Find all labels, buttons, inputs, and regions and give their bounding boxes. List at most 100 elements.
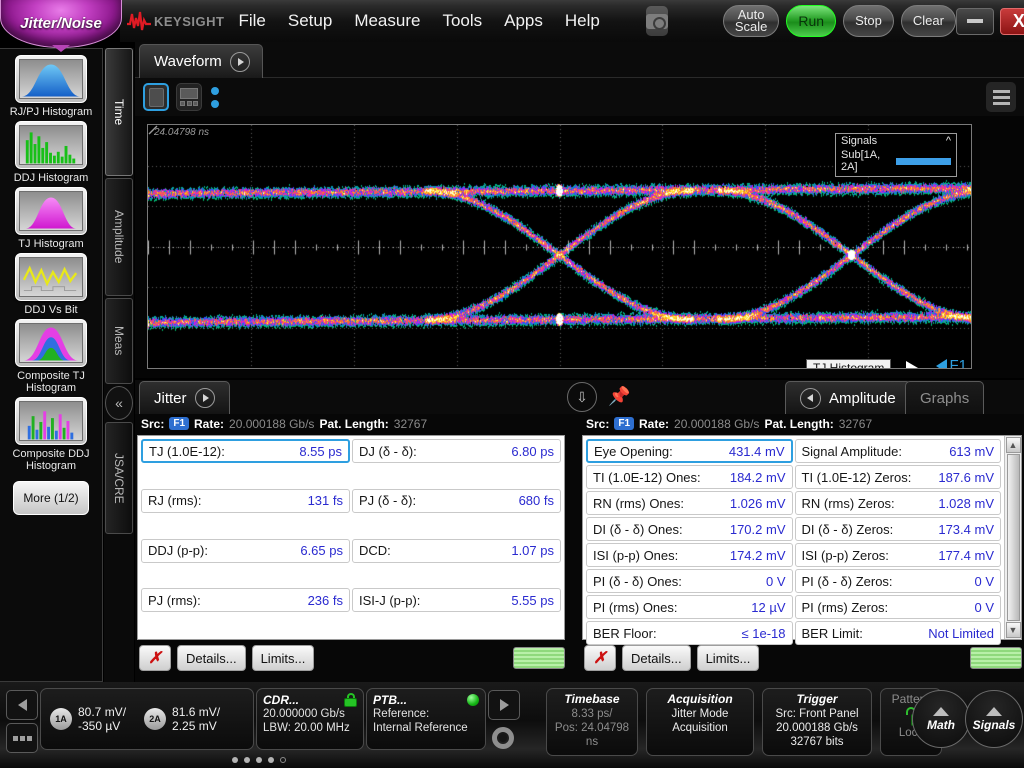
measurement-cell[interactable]: ISI (p-p) Ones:174.2 mV bbox=[586, 543, 793, 567]
pin-icon[interactable]: 📌 bbox=[608, 386, 630, 407]
measurement-cell[interactable]: TI (1.0E-12) Zeros:187.6 mV bbox=[795, 465, 1002, 489]
scroll-down-arrow-icon[interactable]: ▼ bbox=[1006, 622, 1021, 638]
sidebar-item-ddj-histogram[interactable]: DDJ Histogram bbox=[0, 121, 102, 184]
vtab-amplitude[interactable]: Amplitude bbox=[105, 178, 133, 296]
measurement-cell[interactable]: RJ (rms):131 fs bbox=[141, 489, 350, 513]
limits-button[interactable]: Limits... bbox=[697, 645, 760, 671]
menu-measure[interactable]: Measure bbox=[354, 11, 420, 31]
math-knob[interactable]: Math bbox=[912, 690, 970, 748]
menu-file[interactable]: File bbox=[238, 11, 265, 31]
sidebar-item-tj-histogram[interactable]: TJ Histogram bbox=[0, 187, 102, 250]
measurement-cell[interactable]: TJ (1.0E-12):8.55 ps bbox=[141, 439, 350, 463]
multi-pane-icon[interactable] bbox=[176, 83, 202, 111]
vtab-meas[interactable]: Meas bbox=[105, 298, 133, 384]
menu-apps[interactable]: Apps bbox=[504, 11, 543, 31]
hamburger-icon[interactable] bbox=[986, 82, 1016, 112]
menu-tools[interactable]: Tools bbox=[442, 11, 482, 31]
measurement-cell[interactable]: DCD:1.07 ps bbox=[352, 539, 561, 563]
chevron-double-down-icon[interactable]: ⇩ bbox=[567, 382, 597, 412]
acquisition-group[interactable]: Acquisition Jitter Mode Acquisition bbox=[646, 688, 754, 756]
gear-icon[interactable] bbox=[488, 723, 518, 753]
double-chevron-left-icon[interactable]: « bbox=[105, 386, 133, 420]
clear-button[interactable]: Clear bbox=[901, 5, 956, 37]
amplitude-scrollbar[interactable]: ▲ ▼ bbox=[1004, 436, 1021, 639]
measurement-cell[interactable]: BER Limit:Not Limited bbox=[795, 621, 1002, 645]
play-icon[interactable] bbox=[230, 52, 250, 72]
more-button[interactable]: More (1/2) bbox=[13, 481, 89, 515]
measurement-cell[interactable]: DI (δ - δ) Ones:170.2 mV bbox=[586, 517, 793, 541]
close-button[interactable]: X bbox=[1000, 8, 1024, 35]
sidebar-item-rj-pj-histogram[interactable]: RJ/PJ Histogram bbox=[0, 55, 102, 118]
trigger-group[interactable]: Trigger Src: Front Panel 20.000188 Gb/s … bbox=[762, 688, 872, 756]
run-button[interactable]: Run bbox=[786, 5, 836, 37]
single-pane-icon[interactable] bbox=[143, 83, 169, 111]
measurement-cell[interactable]: PI (rms) Zeros:0 V bbox=[795, 595, 1002, 619]
sidebar-item-composite-tj-histogram[interactable]: Composite TJ Histogram bbox=[0, 319, 102, 394]
function-marker-f1[interactable]: F1 bbox=[936, 357, 967, 369]
scrollbar-thumb[interactable] bbox=[1007, 454, 1020, 621]
play-icon[interactable] bbox=[195, 388, 215, 408]
measurement-cell[interactable]: PI (rms) Ones:12 µV bbox=[586, 595, 793, 619]
auto-scale-button[interactable]: Auto Scale bbox=[723, 5, 780, 37]
measurement-cell[interactable]: DI (δ - δ) Zeros:173.4 mV bbox=[795, 517, 1002, 541]
measurement-name: TJ (1.0E-12): bbox=[149, 444, 225, 459]
measurement-cell[interactable]: RN (rms) Zeros:1.028 mV bbox=[795, 491, 1002, 515]
tab-amplitude[interactable]: Amplitude bbox=[785, 381, 911, 414]
signals-knob[interactable]: Signals bbox=[965, 690, 1023, 748]
measurement-cell[interactable]: BER Floor:≤ 1e-18 bbox=[586, 621, 793, 645]
measurement-cell[interactable]: ISI-J (p-p):5.55 ps bbox=[352, 588, 561, 612]
limits-button[interactable]: Limits... bbox=[252, 645, 315, 671]
signals-legend[interactable]: Signals ^ Sub[1A, 2A] bbox=[835, 133, 957, 177]
chevron-up-icon[interactable]: ^ bbox=[946, 135, 951, 147]
measurement-cell[interactable]: DDJ (p-p):6.65 ps bbox=[141, 539, 350, 563]
right-triangle-icon[interactable] bbox=[488, 690, 520, 720]
tab-graphs[interactable]: Graphs bbox=[905, 381, 984, 414]
left-triangle-icon[interactable] bbox=[6, 690, 38, 720]
page-indicator-dots[interactable] bbox=[232, 757, 286, 763]
src-value-badge[interactable]: F1 bbox=[614, 417, 634, 430]
tj-histogram-marker-label[interactable]: TJ Histogram bbox=[806, 359, 891, 369]
stop-button[interactable]: Stop bbox=[843, 5, 894, 37]
measurement-cell[interactable]: PJ (rms):236 fs bbox=[141, 588, 350, 612]
signals-entry-color-swatch bbox=[896, 158, 951, 165]
scroll-up-arrow-icon[interactable]: ▲ bbox=[1006, 437, 1021, 453]
measurement-value: 187.6 mV bbox=[938, 470, 994, 485]
measurement-cell[interactable]: PJ (δ - δ):680 fs bbox=[352, 489, 561, 513]
sidebar-item-composite-ddj-histogram[interactable]: Composite DDJ Histogram bbox=[0, 397, 102, 472]
previous-icon[interactable] bbox=[800, 388, 821, 409]
camera-icon[interactable] bbox=[646, 6, 668, 36]
measurement-cell[interactable]: PI (δ - δ) Ones:0 V bbox=[586, 569, 793, 593]
sidebar-item-ddj-vs-bit[interactable]: DDJ Vs Bit bbox=[0, 253, 102, 316]
cdr-title: CDR... bbox=[263, 693, 299, 707]
close-measurements-button[interactable]: ✗ bbox=[139, 645, 171, 671]
menu-help[interactable]: Help bbox=[565, 11, 600, 31]
ptb-group[interactable]: PTB... Reference: Internal Reference bbox=[366, 688, 486, 750]
channel-2a[interactable]: 2A 81.6 mV/ 2.25 mV bbox=[144, 705, 220, 733]
signals-legend-entry[interactable]: Sub[1A, 2A] bbox=[836, 148, 956, 176]
marker-arrow-right-icon[interactable] bbox=[906, 361, 918, 369]
cdr-group[interactable]: CDR... 20.000000 Gb/s LBW: 20.00 MHz bbox=[256, 688, 364, 750]
src-value-badge[interactable]: F1 bbox=[169, 417, 189, 430]
measurement-cell[interactable]: RN (rms) Ones:1.026 mV bbox=[586, 491, 793, 515]
tab-waveform-label: Waveform bbox=[154, 53, 222, 70]
measurement-cell[interactable]: PI (δ - δ) Zeros:0 V bbox=[795, 569, 1002, 593]
measurement-cell[interactable]: ISI (p-p) Zeros:177.4 mV bbox=[795, 543, 1002, 567]
mode-badge[interactable]: Jitter/Noise bbox=[0, 0, 122, 48]
close-measurements-button[interactable]: ✗ bbox=[584, 645, 616, 671]
tab-jitter[interactable]: Jitter bbox=[139, 381, 230, 414]
details-button[interactable]: Details... bbox=[622, 645, 691, 671]
grid-dots-icon[interactable] bbox=[6, 723, 38, 753]
measurement-cell[interactable]: TI (1.0E-12) Ones:184.2 mV bbox=[586, 465, 793, 489]
channel-1a[interactable]: 1A 80.7 mV/ -350 µV bbox=[50, 705, 126, 733]
vtab-jsa-cre[interactable]: JSA/CRE bbox=[105, 422, 133, 534]
vtab-time[interactable]: Time bbox=[105, 48, 133, 176]
tab-waveform[interactable]: Waveform bbox=[139, 44, 263, 78]
measurement-cell[interactable]: DJ (δ - δ):6.80 ps bbox=[352, 439, 561, 463]
measurement-cell[interactable]: Signal Amplitude:613 mV bbox=[795, 439, 1002, 463]
minimize-button[interactable] bbox=[956, 8, 994, 35]
timebase-group[interactable]: Timebase 8.33 ps/ Pos: 24.04798 ns bbox=[546, 688, 638, 756]
eye-diagram[interactable]: 24.04798 ns Signals ^ Sub[1A, 2A] TJ His… bbox=[147, 124, 972, 369]
menu-setup[interactable]: Setup bbox=[288, 11, 332, 31]
measurement-cell[interactable]: Eye Opening:431.4 mV bbox=[586, 439, 793, 463]
details-button[interactable]: Details... bbox=[177, 645, 246, 671]
